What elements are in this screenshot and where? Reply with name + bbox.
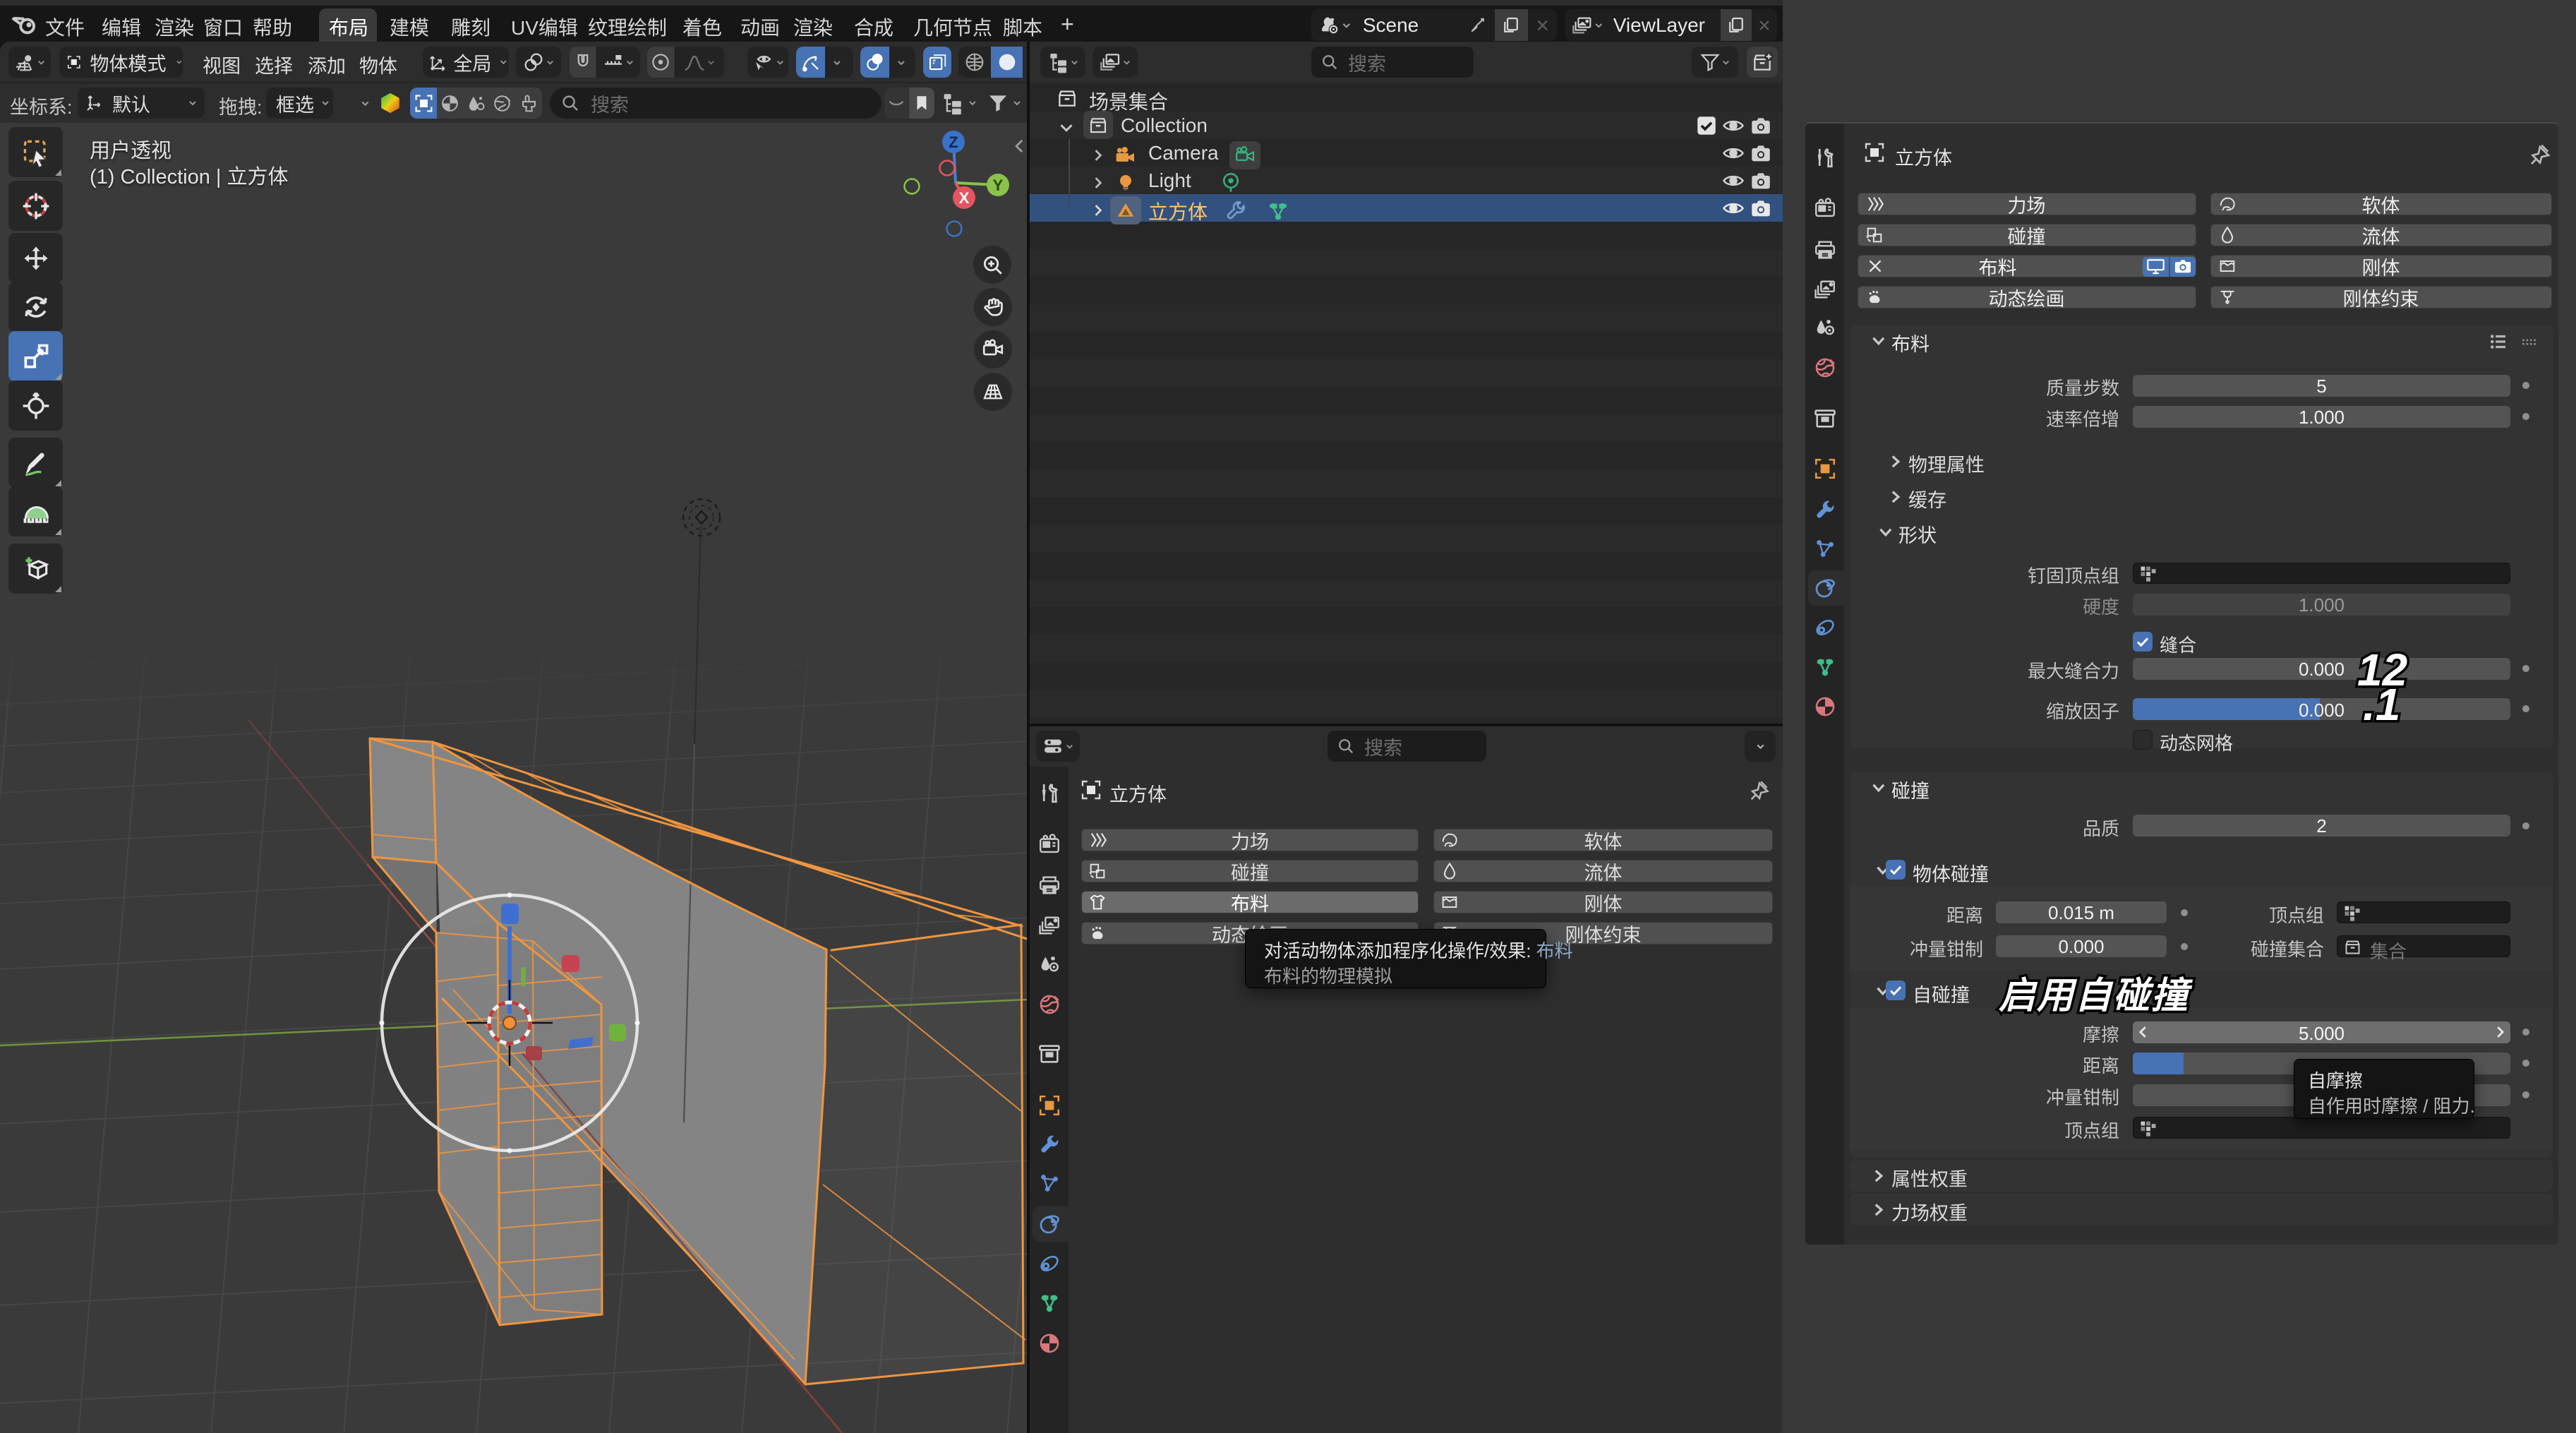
- svg-text:Z: Z: [949, 133, 958, 151]
- svg-text:Y: Y: [993, 176, 1004, 194]
- svg-text:X: X: [959, 189, 970, 207]
